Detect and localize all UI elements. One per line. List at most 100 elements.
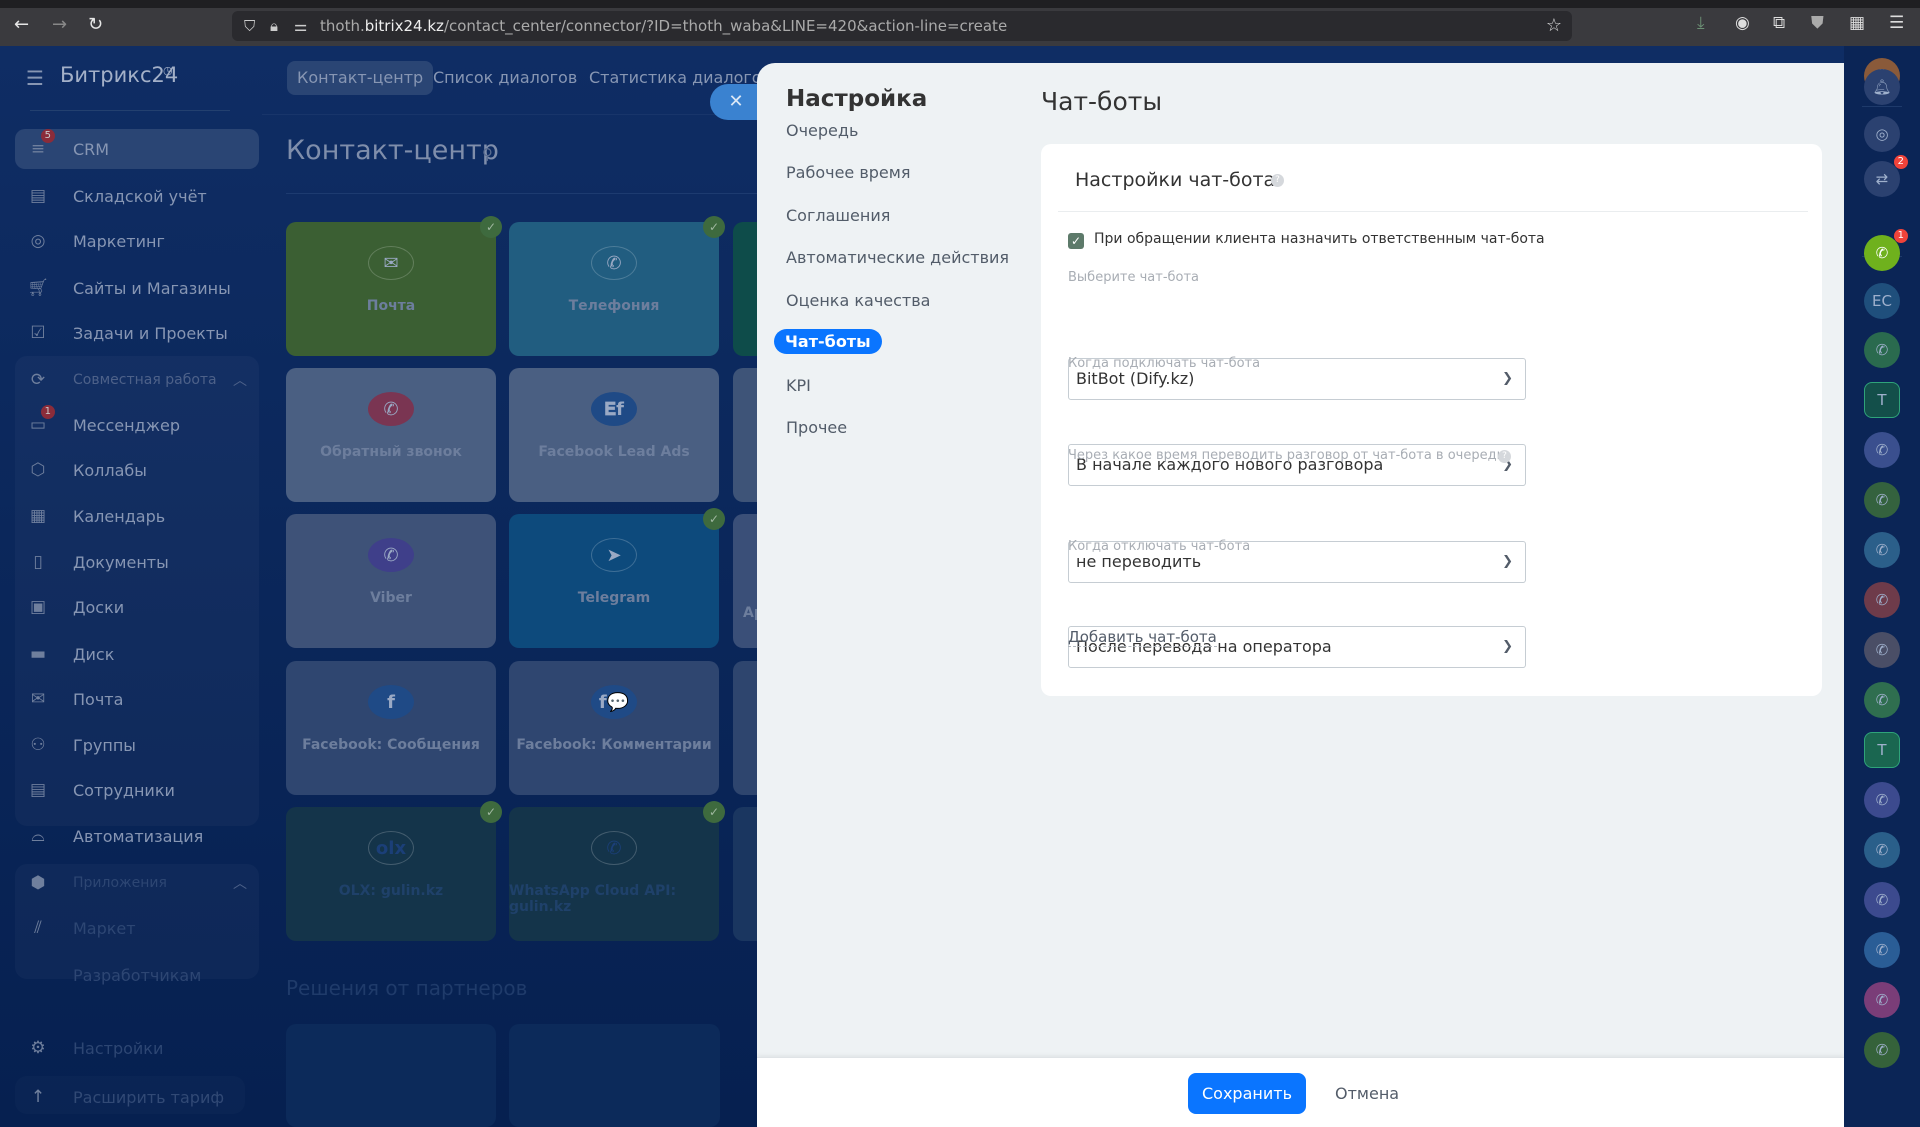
copilot-icon[interactable]: ◎ <box>1864 116 1900 152</box>
tab-dialog-list[interactable]: Список диалогов <box>423 61 587 95</box>
phone-icon[interactable]: ✆ <box>1864 482 1900 518</box>
sidebar-item[interactable]: ≡ 5 CRM <box>15 129 259 169</box>
sidebar-item[interactable]: ⌓ Автоматизация <box>15 816 259 856</box>
settings-menu-item[interactable]: Чат-боты <box>774 329 882 354</box>
phone-icon[interactable]: ✆ <box>1864 982 1900 1018</box>
phone-icon[interactable]: ✆ <box>1864 532 1900 568</box>
sidebar-item[interactable]: ⬡ Коллабы <box>15 450 259 490</box>
phone-icon[interactable]: ✆ <box>1864 832 1900 868</box>
tile-partial[interactable] <box>733 222 757 356</box>
cancel-button[interactable]: Отмена <box>1335 1073 1399 1114</box>
connector-tile[interactable]: ✆ WhatsApp Cloud API: gulin.kz ✓ <box>509 801 725 941</box>
sidebar-item[interactable]: ✉ Почта <box>15 679 259 719</box>
help-icon[interactable]: ? <box>1271 174 1284 187</box>
assign-chatbot-checkbox[interactable]: ✓ <box>1068 233 1084 249</box>
chevron-down-icon: ❯ <box>1502 371 1513 386</box>
phone-icon[interactable]: ✆ <box>1864 882 1900 918</box>
download-icon[interactable]: ⤓ <box>1697 13 1705 33</box>
sidebar-item[interactable]: ▤ Складской учёт <box>15 176 259 216</box>
connector-tile[interactable]: olx OLX: gulin.kz ✓ <box>286 801 502 941</box>
sidebar-item[interactable]: ▤ Сотрудники <box>15 770 259 810</box>
sidebar-item[interactable]: ▯ Документы <box>15 542 259 582</box>
partner-tile[interactable] <box>509 1024 720 1127</box>
partner-tile[interactable] <box>286 1024 496 1127</box>
phone-icon[interactable]: ✆ <box>1864 432 1900 468</box>
clock-icon: ◷ <box>163 64 173 77</box>
sidebar-item[interactable]: ◎ Маркетинг <box>15 221 259 261</box>
settings-menu-item[interactable]: Рабочее время <box>786 163 910 182</box>
url-prefix: thoth. <box>320 17 365 35</box>
extensions-icon[interactable]: ⧉ <box>1773 13 1785 33</box>
profile-icon[interactable]: ◉ <box>1735 13 1750 33</box>
sidebar-item[interactable]: ☑ Задачи и Проекты <box>15 313 259 353</box>
save-button[interactable]: Сохранить <box>1188 1073 1306 1114</box>
phone-icon[interactable]: ✆ <box>1864 782 1900 818</box>
connected-check-icon: ✓ <box>703 216 725 238</box>
hexagon-avatar[interactable]: T <box>1864 732 1900 768</box>
sidebar-item[interactable]: ⫽ Маркет <box>15 908 259 948</box>
sidebar-item[interactable]: 🛒︎ Сайты и Магазины <box>15 268 259 308</box>
sidebar-item[interactable]: ⬢ Приложения ︿ <box>15 863 259 903</box>
pin-icon[interactable]: ⚲ <box>482 145 493 163</box>
permissions-icon[interactable]: ⚌ <box>294 11 307 41</box>
url-bar[interactable]: ⛉ 🔒︎ ⚌ thoth.bitrix24.kz/contact_center/… <box>232 11 1572 41</box>
sidebar-item[interactable]: ⚇ Группы <box>15 725 259 765</box>
target-icon: ◎ <box>30 231 46 251</box>
phone-icon[interactable]: ✆ <box>1864 332 1900 368</box>
sidebar-item[interactable]: ▭ 1 Мессенджер <box>15 405 259 445</box>
chevron-up-icon[interactable]: ︿ <box>233 370 247 390</box>
connector-tile[interactable]: ✆ Телефония ✓ <box>509 216 725 356</box>
ublock-icon[interactable]: ⛊ <box>1811 13 1824 33</box>
hamburger-icon[interactable]: ☰ <box>26 66 44 90</box>
chevron-up-icon[interactable]: ︿ <box>233 873 247 893</box>
phone-icon[interactable]: ✆ 1 <box>1864 229 1908 271</box>
settings-menu-item[interactable]: Соглашения <box>786 206 890 225</box>
help-icon[interactable]: ? <box>1498 450 1511 463</box>
connector-tile[interactable]: ✆ Обратный звонок <box>286 368 496 502</box>
settings-menu-item[interactable]: Очередь <box>786 121 858 140</box>
forward-icon[interactable]: → <box>52 14 67 35</box>
phone-icon[interactable]: ✆ <box>1864 682 1900 718</box>
tab-contact-center[interactable]: Контакт-центр <box>287 61 434 95</box>
settings-menu-item[interactable]: Прочее <box>786 418 847 437</box>
sidebar-item[interactable]: ▣ Доски <box>15 587 259 627</box>
tile-partial[interactable] <box>733 368 757 502</box>
phone-icon[interactable]: ✆ <box>1864 1032 1900 1068</box>
sidebar-item[interactable]: ▬ Диск <box>15 634 259 674</box>
tile-partial[interactable] <box>733 807 757 941</box>
settings-menu-item[interactable]: Автоматические действия <box>786 248 1009 267</box>
close-panel-button[interactable]: ✕ <box>710 84 762 120</box>
settings-menu-item[interactable]: KPI <box>786 376 811 395</box>
phone-icon[interactable]: ✆ <box>1864 582 1900 618</box>
reload-icon[interactable]: ↻ <box>88 14 103 35</box>
connector-tile[interactable]: ✉ Почта ✓ <box>286 216 502 356</box>
connector-tile[interactable]: f Facebook: Сообщения <box>286 661 496 795</box>
sidebar-item[interactable]: ⚙ Настройки <box>15 1028 259 1068</box>
tile-partial[interactable] <box>733 661 757 795</box>
connector-tile[interactable]: 𝐄f Facebook Lead Ads <box>509 368 719 502</box>
tile-partial[interactable]: Ap <box>733 514 757 648</box>
qr-code-icon[interactable]: ▦ <box>1849 13 1865 33</box>
menu-icon[interactable]: ☰ <box>1889 13 1904 33</box>
connector-tile[interactable]: ✆ Viber <box>286 514 496 648</box>
add-chatbot-link[interactable]: Добавить чат-бота <box>1068 628 1217 647</box>
market-icon: ⫽ <box>34 918 42 938</box>
connector-tile[interactable]: ➤ Telegram ✓ <box>509 508 725 648</box>
phone-icon[interactable]: ✆ <box>1864 632 1900 668</box>
back-icon[interactable]: ← <box>14 14 29 35</box>
connector-tile[interactable]: f💬 Facebook: Комментарии <box>509 661 719 795</box>
tile-label: Viber <box>370 590 412 606</box>
bookmark-star-icon[interactable]: ☆ <box>1546 11 1562 41</box>
sidebar-item[interactable]: ⟳ Совместная работа ︿ <box>15 360 259 400</box>
settings-menu-item[interactable]: Оценка качества <box>786 291 930 310</box>
sidebar-item[interactable]: Разработчикам <box>15 955 259 995</box>
upgrade-plan-button[interactable] <box>15 1076 245 1114</box>
hexagon-avatar[interactable]: T <box>1864 382 1900 418</box>
gear-icon: ⚙ <box>30 1038 46 1058</box>
chat-sync-icon[interactable]: ⇄ 2 <box>1864 155 1908 197</box>
initials-avatar[interactable]: ЕС <box>1864 283 1900 319</box>
phone-icon[interactable]: ✆ <box>1864 932 1900 968</box>
logo[interactable]: Битрикс24 <box>60 63 178 87</box>
sidebar-item[interactable]: ▦ Календарь <box>15 496 259 536</box>
bell-icon[interactable]: 🔔︎ <box>1864 69 1900 105</box>
